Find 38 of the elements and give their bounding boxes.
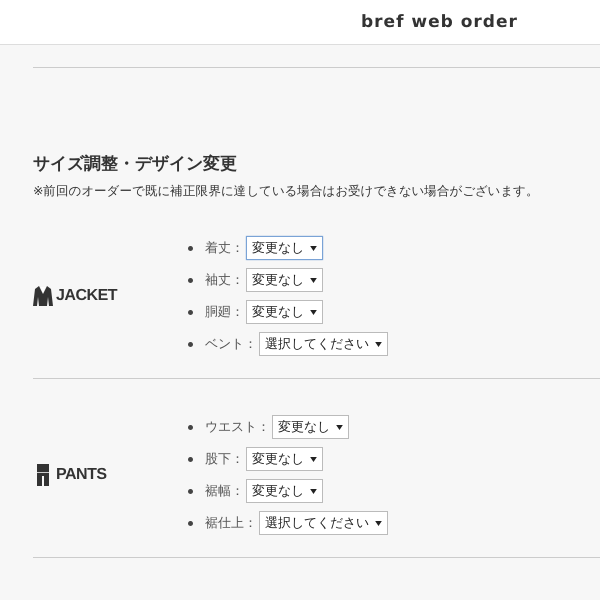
- category-label: JACKET: [56, 287, 118, 305]
- caret-icon: [310, 456, 317, 462]
- field-label: ウエスト：: [205, 419, 270, 436]
- field-label: 裾仕上：: [205, 515, 257, 532]
- section-heading: サイズ調整・デザイン変更: [33, 153, 238, 176]
- caret-icon: [310, 278, 317, 282]
- dropdown[interactable]: 変更なし: [272, 415, 349, 439]
- field-label: 裾幅：: [205, 483, 244, 500]
- dropdown[interactable]: 変更なし: [246, 300, 323, 324]
- bullet-icon: [188, 246, 193, 250]
- bullet-icon: [188, 278, 193, 282]
- jacket-icon: [33, 285, 53, 307]
- caret-icon: [375, 520, 382, 526]
- caret-icon: [310, 488, 317, 494]
- caret-icon: [310, 310, 317, 314]
- bullet-icon: [188, 342, 193, 346]
- dropdown[interactable]: 変更なし: [246, 479, 323, 503]
- caret-icon: [310, 246, 317, 250]
- field-label: 胴廻：: [205, 304, 244, 321]
- field-label: 着丈：: [205, 240, 244, 257]
- bullet-icon: [188, 424, 193, 430]
- bullet-icon: [188, 456, 193, 462]
- bullet-icon: [188, 520, 193, 526]
- bullet-icon: [188, 310, 193, 314]
- dropdown[interactable]: 選択してください: [259, 332, 388, 356]
- dropdown[interactable]: 変更なし: [246, 268, 323, 292]
- bullet-icon: [188, 488, 193, 494]
- field-label: 股下：: [205, 451, 244, 468]
- caret-icon: [375, 342, 382, 346]
- field-label: ベント：: [205, 336, 257, 353]
- dropdown[interactable]: 変更なし: [246, 447, 323, 471]
- dropdown[interactable]: 変更なし: [246, 236, 323, 260]
- site-title: bref web order: [361, 12, 518, 32]
- category-label: PANTS: [56, 466, 107, 484]
- dropdown[interactable]: 選択してください: [259, 511, 388, 535]
- field-label: 袖丈：: [205, 272, 244, 289]
- note-text: ※前回のオーダーで既に補正限界に達している場合はお受けできない場合がございます。: [33, 182, 540, 200]
- caret-icon: [336, 424, 343, 430]
